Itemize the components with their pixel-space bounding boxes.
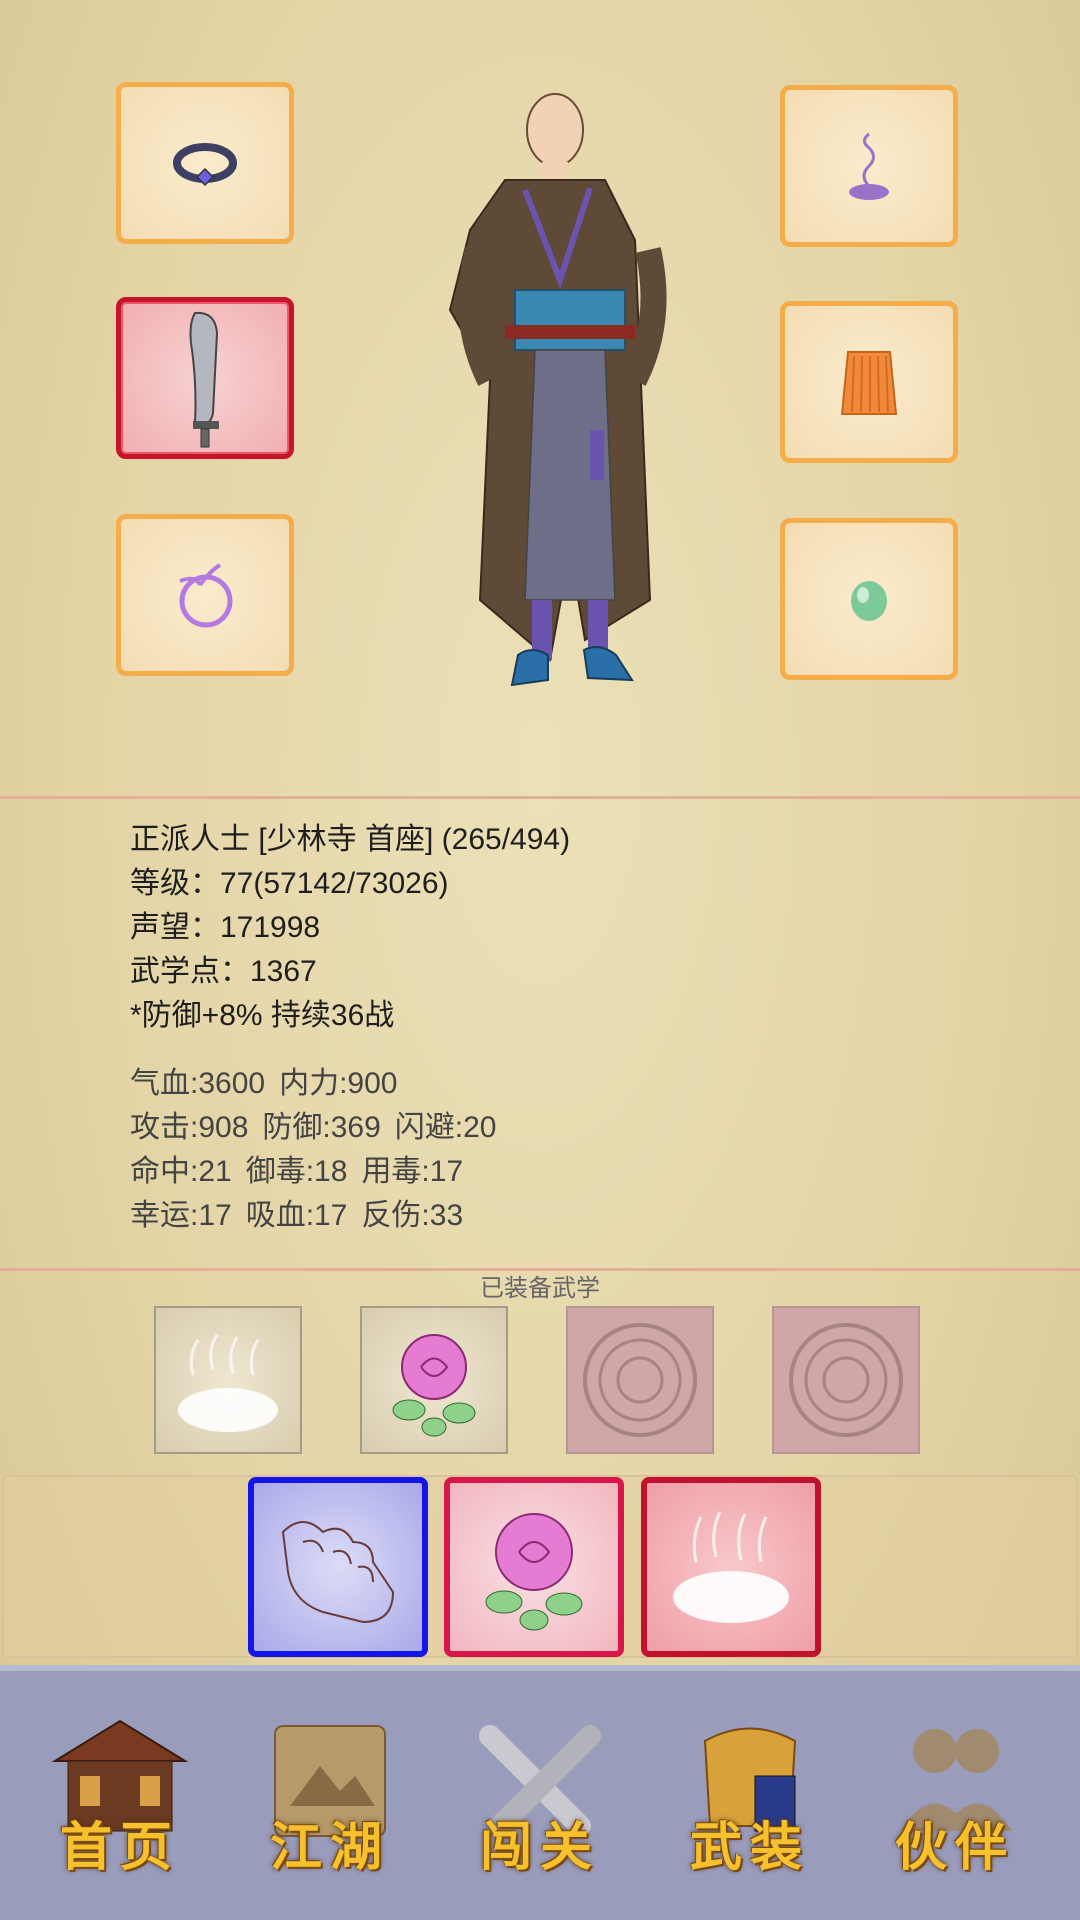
stats-row-1: 气血:3600 内力:900 — [130, 1062, 511, 1106]
bracelet-icon — [179, 563, 233, 628]
stats-row-4: 幸运:17 吸血:17 反伤:33 — [130, 1194, 511, 1238]
nav-partner[interactable]: 伙伴 — [855, 1671, 1055, 1920]
attribute-stats: 气血:3600 内力:900 攻击:908 防御:369 闪避:20 命中:21 御毒:… — [130, 1062, 511, 1238]
rose-icon — [392, 1334, 476, 1437]
stats-row-2: 攻击:908 防御:369 闪避:20 — [130, 1106, 511, 1150]
equip-slot-ring[interactable] — [116, 82, 294, 244]
martial-slot-4-locked[interactable] — [772, 1306, 920, 1454]
skill-fist[interactable] — [248, 1477, 428, 1657]
equip-slot-jade[interactable] — [780, 518, 958, 680]
equipped-martial-title: 已装备武学 — [480, 1275, 600, 1302]
martial-slot-1[interactable] — [154, 1306, 302, 1454]
incense-icon — [849, 132, 889, 200]
mist-icon — [178, 1334, 278, 1432]
stat-reflect: 反伤:33 — [361, 1199, 464, 1232]
stats-row-3: 命中:21 御毒:18 用毒:17 — [130, 1150, 511, 1194]
stat-hit: 命中:21 — [130, 1155, 232, 1188]
equip-slot-armor[interactable] — [780, 301, 958, 463]
divider-top — [0, 796, 1080, 799]
locked-seal-icon — [583, 1323, 697, 1437]
ring-icon — [173, 143, 237, 187]
sword-icon — [189, 311, 219, 448]
mist-icon — [673, 1511, 789, 1623]
martial-slot-3-locked[interactable] — [566, 1306, 714, 1454]
level-text: 等级：77(57142/73026) — [130, 867, 449, 900]
character-info: 正派人士 [少林寺 首座] (265/494) 等级：77(57142/7302… — [130, 818, 570, 1038]
stat-mp: 内力:900 — [279, 1067, 398, 1100]
locked-seal-icon — [789, 1323, 903, 1437]
stat-hp: 气血:3600 — [130, 1067, 266, 1100]
skirt-armor-icon — [840, 351, 898, 415]
nav-challenge-label: 闯关 — [479, 1817, 600, 1878]
nav-partner-label: 伙伴 — [894, 1817, 1015, 1878]
stat-defense: 防御:369 — [262, 1111, 381, 1144]
skill-mist[interactable] — [641, 1477, 821, 1657]
bottom-nav: 首页 江湖 闯关 武装 伙伴 — [0, 1665, 1080, 1920]
buff-text: *防御+8% 持续36战 — [130, 999, 395, 1032]
character-figure — [448, 93, 667, 687]
martial-slot-2[interactable] — [360, 1306, 508, 1454]
equip-slot-bracelet[interactable] — [116, 514, 294, 676]
fist-icon — [281, 1521, 395, 1624]
stat-lifesteal: 吸血:17 — [245, 1199, 348, 1232]
nav-equip-label: 武装 — [689, 1817, 810, 1878]
stat-poison-use: 用毒:17 — [361, 1155, 464, 1188]
nav-home[interactable]: 首页 — [20, 1671, 220, 1920]
nav-equip[interactable]: 武装 — [650, 1671, 850, 1920]
nav-challenge[interactable]: 闯关 — [440, 1671, 640, 1920]
jade-icon — [851, 581, 887, 621]
equip-slot-weapon[interactable] — [116, 297, 294, 459]
skill-rose[interactable] — [444, 1477, 624, 1657]
nav-home-label: 首页 — [59, 1817, 180, 1878]
martial-points-text: 武学点：1367 — [130, 955, 317, 988]
equip-slot-incense[interactable] — [780, 85, 958, 247]
faction-title: 正派人士 [少林寺 首座] (265/494) — [130, 823, 571, 856]
stat-poison-resist: 御毒:18 — [245, 1155, 348, 1188]
stat-attack: 攻击:908 — [130, 1111, 249, 1144]
fame-text: 声望：171998 — [130, 911, 321, 944]
nav-jianghu-label: 江湖 — [269, 1817, 390, 1878]
rose-icon — [485, 1513, 583, 1631]
stat-luck: 幸运:17 — [130, 1199, 232, 1232]
nav-jianghu[interactable]: 江湖 — [230, 1671, 430, 1920]
stat-dodge: 闪避:20 — [394, 1111, 497, 1144]
